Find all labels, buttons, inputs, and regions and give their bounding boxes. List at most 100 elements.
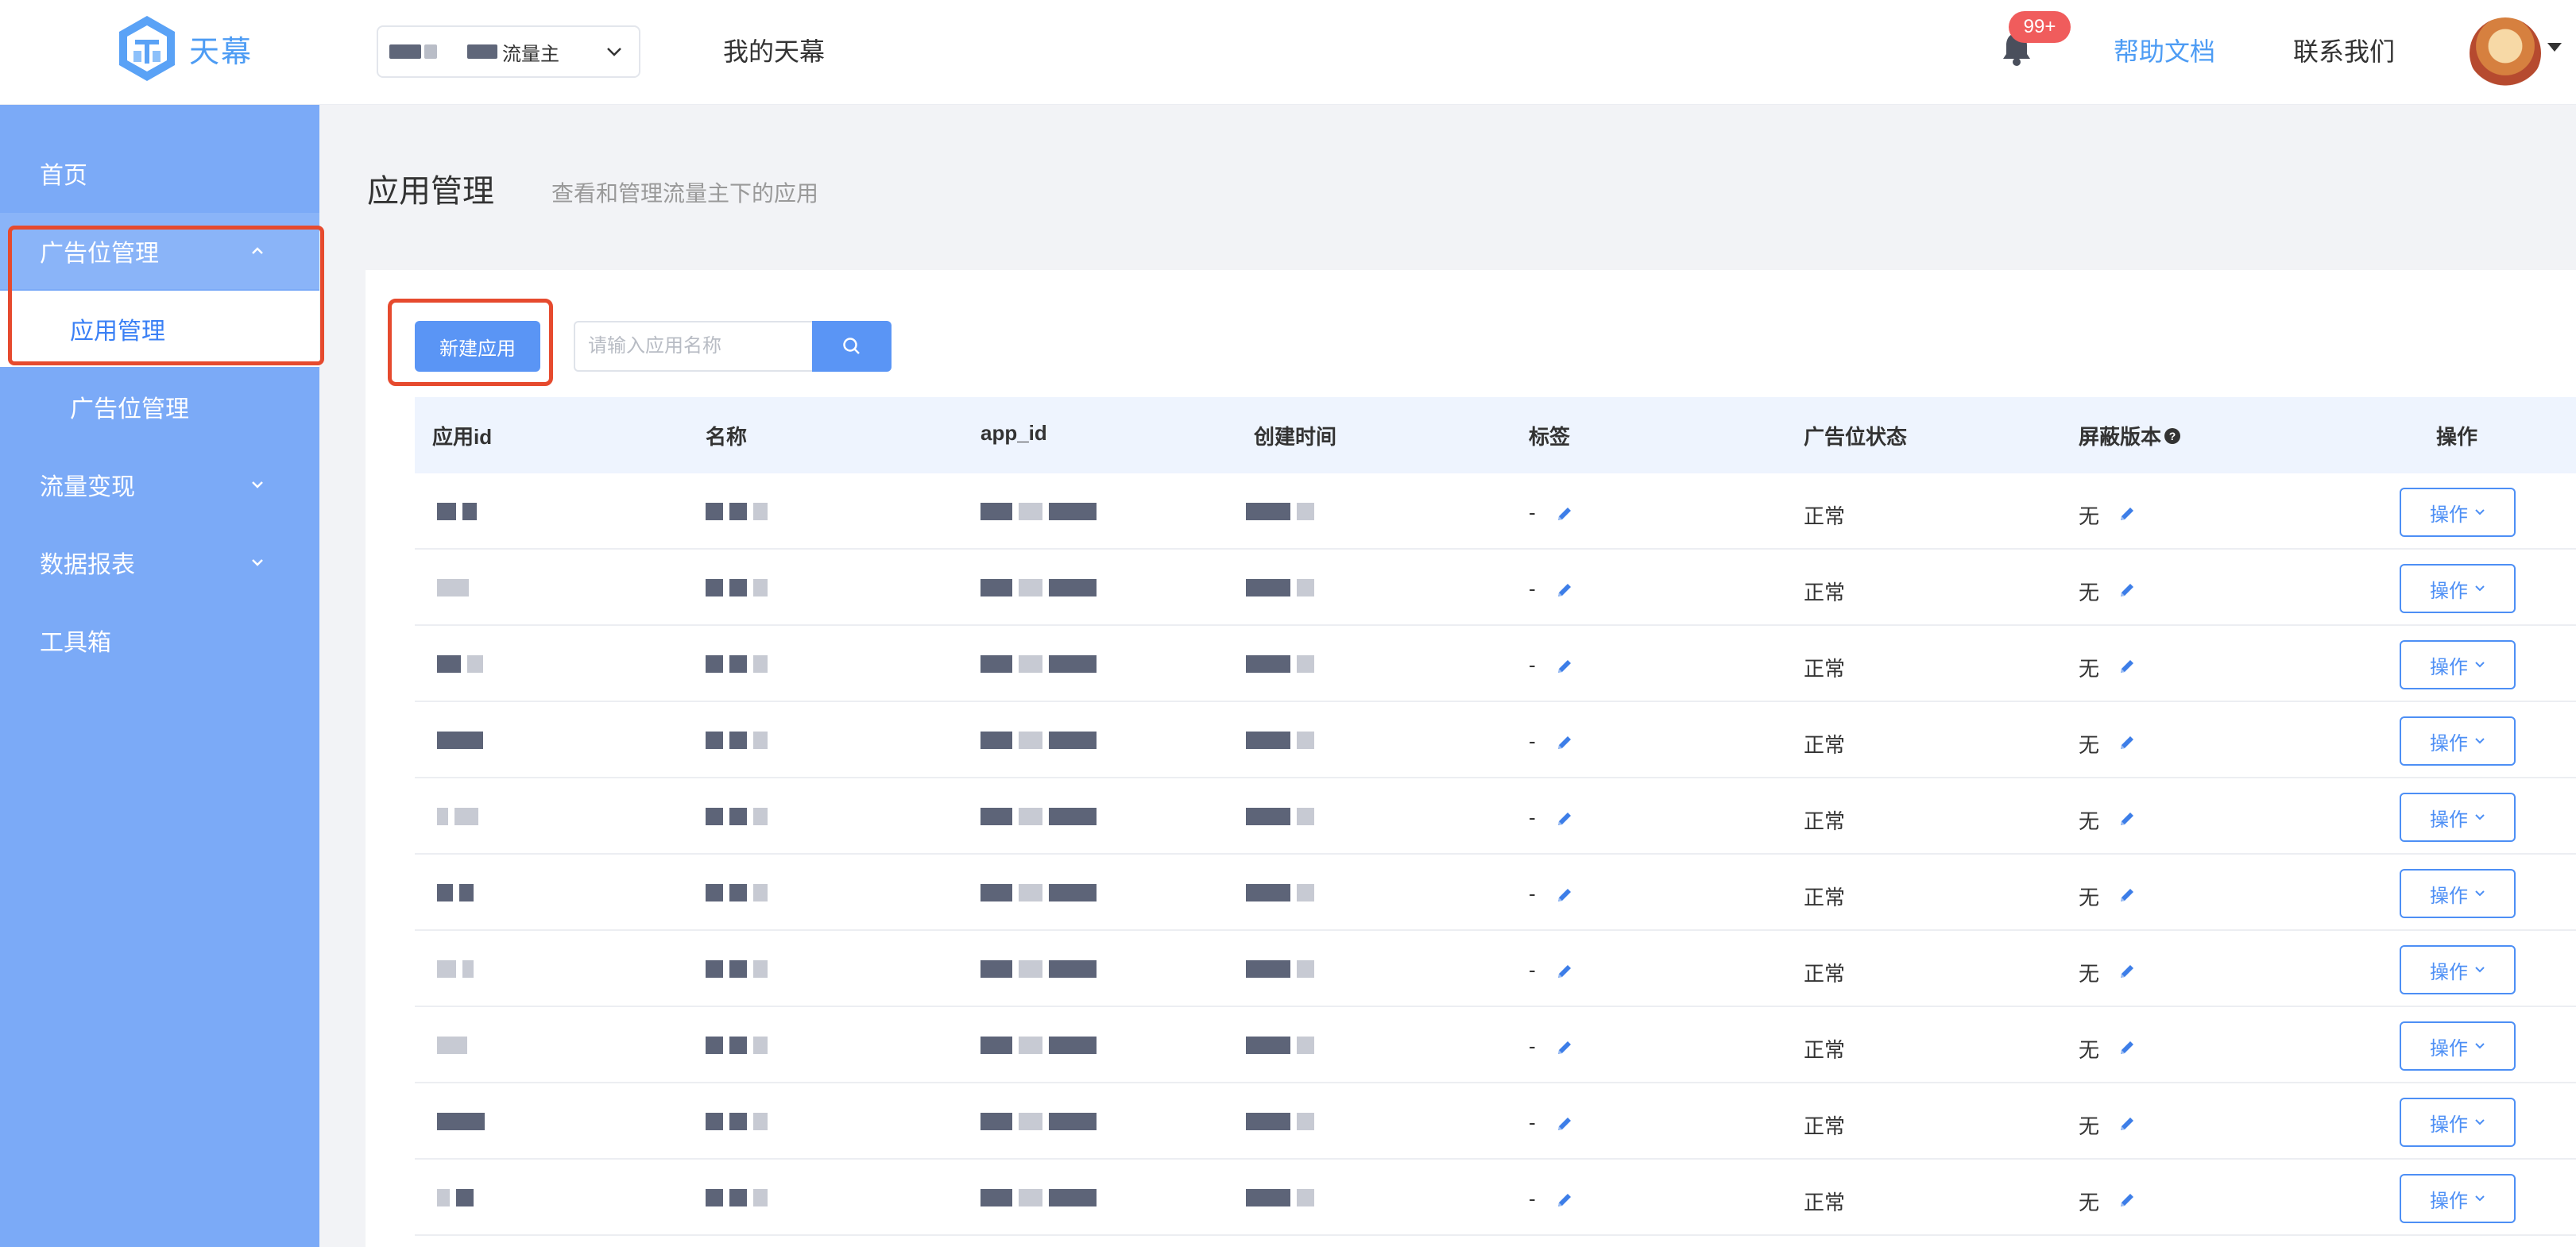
contact-us-link[interactable]: 联系我们 — [2293, 32, 2395, 68]
redacted-text — [437, 1037, 467, 1054]
operation-dropdown-button[interactable]: 操作 — [2400, 1098, 2516, 1147]
redacted-text — [467, 655, 483, 673]
new-app-button[interactable]: 新建应用 — [415, 321, 540, 372]
sidebar-item-ad-slots[interactable]: 广告位管理 — [0, 369, 319, 445]
redacted-text — [1019, 579, 1042, 596]
operation-dropdown-button[interactable]: 操作 — [2400, 869, 2516, 918]
sidebar-item-reports[interactable]: 数据报表 — [0, 524, 319, 600]
search-button[interactable] — [812, 321, 892, 372]
pencil-icon[interactable] — [1554, 580, 1575, 600]
sidebar-item-label: 工具箱 — [40, 630, 111, 656]
pencil-icon[interactable] — [1554, 885, 1575, 905]
redacted-text — [389, 44, 421, 59]
redacted-text — [1246, 655, 1290, 673]
redacted-text — [1019, 960, 1042, 978]
pencil-icon[interactable] — [2117, 656, 2137, 677]
pencil-icon[interactable] — [2117, 809, 2137, 829]
sidebar-item-home[interactable]: 首页 — [0, 135, 319, 211]
table-row: - 正常 无 操作 — [415, 778, 2576, 855]
operation-label: 操作 — [2430, 580, 2468, 602]
pencil-icon[interactable] — [1554, 504, 1575, 524]
operation-dropdown-button[interactable]: 操作 — [2400, 716, 2516, 766]
pencil-icon[interactable] — [2117, 961, 2137, 982]
redacted-cell — [706, 955, 768, 983]
nav-my-tianmu[interactable]: 我的天幕 — [723, 32, 825, 68]
operation-label: 操作 — [2430, 885, 2468, 907]
redacted-text — [462, 960, 474, 978]
redacted-cell — [706, 1183, 768, 1212]
search-icon — [843, 338, 860, 354]
sidebar-item-toolbox[interactable]: 工具箱 — [0, 602, 319, 678]
operation-dropdown-button[interactable]: 操作 — [2400, 488, 2516, 537]
operation-dropdown-button[interactable]: 操作 — [2400, 1021, 2516, 1071]
redacted-text — [729, 579, 747, 596]
pencil-icon[interactable] — [2117, 1114, 2137, 1134]
redacted-text — [1246, 1037, 1290, 1054]
top-header: 天幕 流量主 我的天幕 99+ 帮助文档 联系我们 — [0, 0, 2576, 105]
pencil-icon[interactable] — [1554, 1114, 1575, 1134]
pencil-icon[interactable] — [1554, 1190, 1575, 1210]
redacted-text — [1297, 884, 1314, 901]
app-name-search-input[interactable] — [574, 321, 812, 372]
redacted-text — [1019, 1189, 1042, 1206]
operation-dropdown-button[interactable]: 操作 — [2400, 793, 2516, 842]
pencil-icon[interactable] — [2117, 1190, 2137, 1210]
redacted-text — [1246, 960, 1290, 978]
redacted-text — [437, 960, 456, 978]
block-version-value: 无 — [2079, 581, 2100, 604]
redacted-text — [437, 808, 448, 825]
operation-dropdown-button[interactable]: 操作 — [2400, 945, 2516, 994]
table-row: - 正常 无 操作 — [415, 473, 2576, 550]
redacted-text — [753, 1037, 768, 1054]
redacted-text — [454, 808, 478, 825]
pencil-icon[interactable] — [2117, 885, 2137, 905]
pencil-icon[interactable] — [1554, 961, 1575, 982]
redacted-text — [1297, 579, 1314, 596]
page-title: 应用管理 — [367, 174, 494, 209]
redacted-text — [1049, 1113, 1097, 1130]
pencil-icon[interactable] — [2117, 504, 2137, 524]
tag-value: - — [1529, 805, 1536, 829]
tag-value: - — [1529, 577, 1536, 600]
operation-dropdown-button[interactable]: 操作 — [2400, 640, 2516, 689]
sidebar-item-monetization[interactable]: 流量变现 — [0, 446, 319, 523]
pencil-icon[interactable] — [1554, 656, 1575, 677]
account-select[interactable]: 流量主 — [377, 25, 640, 78]
redacted-cell — [706, 497, 768, 526]
help-docs-link[interactable]: 帮助文档 — [2114, 32, 2215, 68]
redacted-text — [706, 503, 723, 520]
block-version-value: 无 — [2079, 504, 2100, 528]
pencil-icon[interactable] — [2117, 580, 2137, 600]
redacted-text — [1049, 884, 1097, 901]
redacted-text — [1019, 732, 1042, 749]
avatar[interactable] — [2470, 17, 2541, 89]
redacted-cell — [1246, 497, 1314, 526]
column-header: 应用id — [432, 425, 493, 449]
redacted-cell — [981, 1183, 1097, 1212]
redacted-text — [729, 960, 747, 978]
account-role: 流量主 — [502, 43, 559, 65]
redacted-cell — [706, 726, 768, 755]
tag-value: - — [1529, 882, 1536, 905]
tag-value: - — [1529, 500, 1536, 524]
operation-dropdown-button[interactable]: 操作 — [2400, 1174, 2516, 1223]
redacted-text — [981, 808, 1012, 825]
operation-dropdown-button[interactable]: 操作 — [2400, 564, 2516, 613]
logo[interactable]: 天幕 — [116, 14, 253, 83]
tag-value: - — [1529, 1187, 1536, 1210]
column-header: 广告位状态 — [1804, 425, 1908, 449]
operation-label: 操作 — [2430, 504, 2468, 526]
pencil-icon[interactable] — [1554, 809, 1575, 829]
pencil-icon[interactable] — [2117, 1037, 2137, 1058]
help-circle-icon[interactable]: ? — [2164, 427, 2181, 444]
redacted-cell — [706, 802, 768, 831]
redacted-text — [729, 1189, 747, 1206]
pencil-icon[interactable] — [1554, 1037, 1575, 1058]
pencil-icon[interactable] — [1554, 732, 1575, 753]
tag-value: - — [1529, 653, 1536, 677]
caret-down-icon[interactable] — [2547, 43, 2562, 52]
chevron-down-icon — [2475, 509, 2485, 515]
pencil-icon[interactable] — [2117, 732, 2137, 753]
block-version-value: 无 — [2079, 809, 2100, 833]
redacted-text — [1246, 808, 1290, 825]
